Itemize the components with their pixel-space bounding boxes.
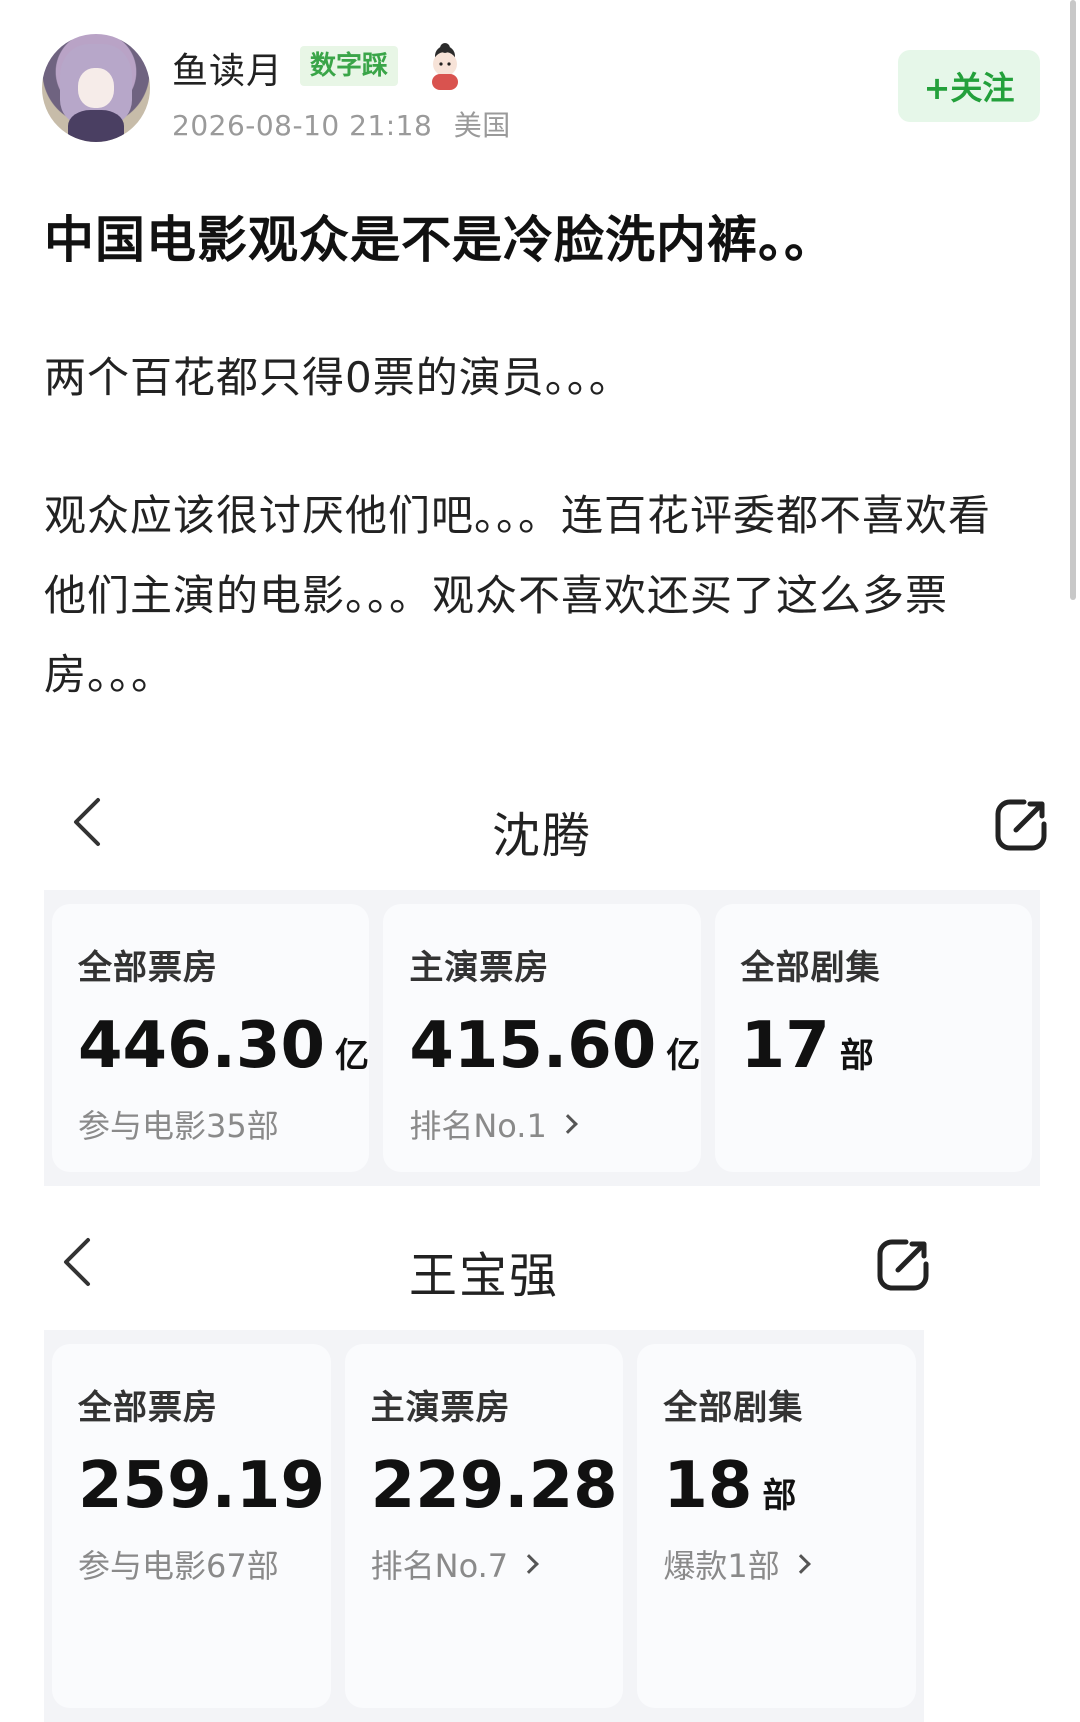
stat-sub[interactable]: 排名No.1	[409, 1101, 674, 1147]
weibo-post-screen: 鱼读月 数字踩 2026-08-10 21:18 美国 +关注 中国电影观众是不…	[0, 0, 1080, 1722]
chevron-right-icon	[557, 1114, 578, 1135]
stat-card-total-box-office[interactable]: 全部票房 259.19亿 参与电影67部	[52, 1344, 331, 1708]
stat-card-total-box-office[interactable]: 全部票房 446.30 亿 参与电影35部	[52, 904, 370, 1172]
stat-card-series[interactable]: 全部剧集 18 部 爆款1部	[637, 1344, 917, 1708]
user-avatar[interactable]	[42, 34, 150, 142]
stats-cards: 全部票房 259.19亿 参与电影67部 主演票房 229.28亿 排名No.7…	[44, 1330, 924, 1722]
celebrity-header: 王宝强	[44, 1210, 929, 1310]
share-icon[interactable]	[994, 796, 1050, 852]
stat-value: 415.60 亿	[409, 1009, 701, 1083]
stats-cards: 全部票房 446.30 亿 参与电影35部 主演票房 415.60 亿 排名No.1…	[44, 890, 1040, 1186]
stat-label: 全部剧集	[740, 948, 881, 988]
stat-value: 17 部	[740, 1009, 874, 1083]
stat-label: 全部票房	[78, 948, 218, 988]
celebrity-header: 沈腾	[44, 770, 1047, 870]
post-title: 中国电影观众是不是冷脸洗内裤。。	[44, 211, 835, 269]
stat-sub[interactable]: 排名No.7	[371, 1541, 598, 1587]
stat-label: 主演票房	[370, 1388, 511, 1428]
stat-sub[interactable]: 爆款1部	[663, 1541, 890, 1587]
scrollbar[interactable]	[1070, 0, 1076, 600]
stat-label: 全部票房	[78, 1388, 218, 1428]
post-location: 美国	[453, 109, 511, 142]
stat-value: 259.19亿	[78, 1449, 325, 1523]
post-body: 两个百花都只得0票的演员。。。 观众应该很讨厌他们吧。。。连百花评委都不喜欢看他…	[44, 338, 1024, 715]
share-icon[interactable]	[876, 1236, 932, 1292]
username[interactable]: 鱼读月	[172, 42, 283, 94]
post-paragraph: 观众应该很讨厌他们吧。。。连百花评委都不喜欢看他们主演的电影。。。观众不喜欢还买…	[44, 490, 992, 700]
stat-value: 18 部	[663, 1449, 797, 1523]
chevron-right-icon	[790, 1554, 811, 1575]
stat-sub: 参与电影35部	[78, 1107, 279, 1146]
chevron-right-icon	[519, 1554, 540, 1575]
stat-card-lead-box-office[interactable]: 主演票房 415.60 亿 排名No.1	[383, 904, 701, 1172]
stat-value: 229.28亿	[370, 1449, 618, 1523]
character-sticker-icon	[432, 43, 458, 90]
post-meta: 2026-08-10 21:18 美国	[172, 104, 511, 144]
stat-label: 全部剧集	[663, 1388, 804, 1428]
follow-button[interactable]: +关注	[898, 50, 1040, 122]
post-timestamp: 2026-08-10 21:18	[172, 109, 433, 142]
stat-card-lead-box-office[interactable]: 主演票房 229.28亿 排名No.7	[344, 1344, 624, 1708]
celebrity-name: 王宝强	[408, 1248, 559, 1304]
stat-value: 446.30 亿	[78, 1009, 369, 1083]
celebrity-name: 沈腾	[491, 808, 592, 864]
stat-card-series[interactable]: 全部剧集 17 部	[714, 904, 1032, 1172]
stat-sub: 参与电影67部	[78, 1547, 279, 1586]
stat-label: 主演票房	[409, 948, 550, 988]
post-paragraph: 两个百花都只得0票的演员。。。	[44, 353, 632, 402]
user-badge: 数字踩	[300, 46, 399, 86]
